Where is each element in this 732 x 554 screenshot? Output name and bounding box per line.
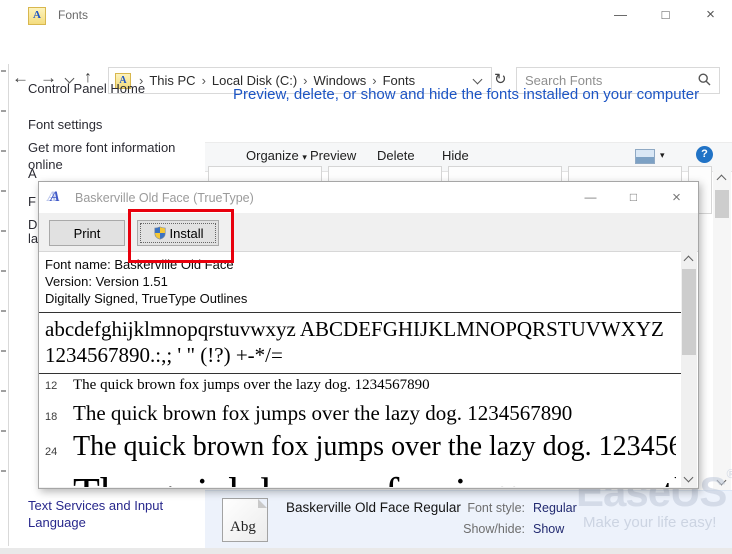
navigation-bar: ← → ↑ A › This PC › Local Disk (C:) › Wi… xyxy=(0,30,732,64)
sample-row-24: 24 The quick brown fox jumps over the la… xyxy=(45,431,676,468)
close-button[interactable]: × xyxy=(688,0,732,30)
dialog-maximize-button[interactable]: □ xyxy=(612,182,655,213)
delete-button[interactable]: Delete xyxy=(377,148,415,163)
breadcrumb-this-pc[interactable]: This PC xyxy=(145,73,199,88)
install-button-label: Install xyxy=(170,226,204,241)
minimize-button[interactable]: — xyxy=(598,0,643,30)
alphabet-sample-line1: abcdefghijklmnopqrstuvwxyz ABCDEFGHIJKLM… xyxy=(45,316,676,342)
font-preview-dialog: A Baskerville Old Face (TrueType) — □ × … xyxy=(38,181,699,489)
sample-row-36: 36 The quick brown fox jumps over the la… xyxy=(45,468,676,487)
uac-shield-icon xyxy=(153,226,167,240)
font-style-label: Font style: xyxy=(451,501,525,515)
sidebar-item-fragment-2[interactable]: F xyxy=(28,194,36,209)
crop-artifact-line xyxy=(8,64,9,546)
font-name-line: Font name: Baskerville Old Face xyxy=(45,256,676,273)
sidebar-item-fragment-3[interactable]: D xyxy=(28,217,37,232)
dialog-minimize-button[interactable]: — xyxy=(569,182,612,213)
sample-text: The quick brown fox jumps over the lazy … xyxy=(73,431,676,463)
preview-button[interactable]: Preview xyxy=(310,148,356,163)
dialog-title: Baskerville Old Face (TrueType) xyxy=(75,191,254,205)
watermark-tagline: Make your life easy! xyxy=(583,514,716,531)
font-signature-line: Digitally Signed, TrueType Outlines xyxy=(45,290,676,307)
breadcrumb-separator[interactable]: › xyxy=(200,73,208,88)
dialog-scroll-down-icon[interactable] xyxy=(681,471,697,487)
divider xyxy=(39,373,697,374)
window-title: Fonts xyxy=(58,8,88,22)
organize-label: Organize xyxy=(246,148,299,163)
change-view-icon[interactable] xyxy=(635,149,655,164)
sample-text: The quick brown fox jumps over the lazy … xyxy=(73,468,676,487)
sample-row-18: 18 The quick brown fox jumps over the la… xyxy=(45,401,676,431)
crop-artifact-ticks xyxy=(1,70,6,510)
sidebar-item-fragment-4[interactable]: la xyxy=(28,231,38,246)
sample-text: The quick brown fox jumps over the lazy … xyxy=(73,401,572,426)
maximize-button[interactable]: □ xyxy=(643,0,688,30)
font-file-icon-text: Abg xyxy=(230,519,256,536)
dialog-button-bar: Print Install xyxy=(39,213,698,251)
show-hide-label: Show/hide: xyxy=(451,522,525,536)
window-scrollbar[interactable] xyxy=(713,170,731,490)
show-hide-value[interactable]: Show xyxy=(533,522,564,536)
address-dropdown-icon[interactable] xyxy=(473,74,483,84)
sidebar-item-text-services[interactable]: Text Services and Input Language xyxy=(28,497,178,531)
font-viewer-icon: A xyxy=(50,189,60,206)
sample-size-label: 12 xyxy=(45,380,73,392)
dialog-close-button[interactable]: × xyxy=(655,182,698,213)
dialog-scrollbar[interactable] xyxy=(681,251,697,487)
print-button[interactable]: Print xyxy=(49,220,125,246)
sidebar-item-get-more-fonts[interactable]: Get more font information online xyxy=(28,139,198,173)
divider xyxy=(39,312,697,313)
sidebar-item-control-panel-home[interactable]: Control Panel Home xyxy=(28,80,145,97)
sidebar-item-fragment-1[interactable]: A xyxy=(28,166,37,181)
font-file-icon: Abg xyxy=(222,498,268,542)
sample-size-label: 18 xyxy=(45,411,73,423)
page-title: Preview, delete, or show and hide the fo… xyxy=(233,84,707,106)
fonts-app-icon: A xyxy=(28,7,46,25)
window-titlebar: A Fonts — □ × xyxy=(0,0,732,30)
organize-button[interactable]: Organize ▾ xyxy=(246,148,307,163)
organize-caret-icon: ▾ xyxy=(302,152,307,162)
help-icon[interactable]: ? xyxy=(696,146,713,163)
view-caret-icon[interactable]: ▾ xyxy=(660,150,665,161)
dialog-titlebar[interactable]: A Baskerville Old Face (TrueType) — □ × xyxy=(39,182,698,213)
install-button[interactable]: Install xyxy=(137,220,219,246)
sample-text: The quick brown fox jumps over the lazy … xyxy=(73,377,430,394)
sample-row-12: 12 The quick brown fox jumps over the la… xyxy=(45,377,676,401)
font-preview-area: Font name: Baskerville Old Face Version:… xyxy=(39,251,698,487)
alphabet-sample-line2: 1234567890.:,; ' " (!?) +-*/= xyxy=(45,342,676,368)
sample-size-label: 24 xyxy=(45,446,73,458)
hide-button[interactable]: Hide xyxy=(442,148,469,163)
scroll-up-icon[interactable] xyxy=(713,170,731,186)
back-button[interactable]: ← xyxy=(12,68,29,88)
selected-font-name: Baskerville Old Face Regular xyxy=(286,500,461,515)
dialog-scroll-up-icon[interactable] xyxy=(681,251,697,267)
sidebar-item-font-settings[interactable]: Font settings xyxy=(28,116,102,133)
font-style-value: Regular xyxy=(533,501,577,515)
window-bottom-edge xyxy=(0,548,732,554)
font-version-line: Version: Version 1.51 xyxy=(45,273,676,290)
scrollbar-thumb[interactable] xyxy=(715,190,729,218)
dialog-scrollbar-thumb[interactable] xyxy=(682,269,696,355)
